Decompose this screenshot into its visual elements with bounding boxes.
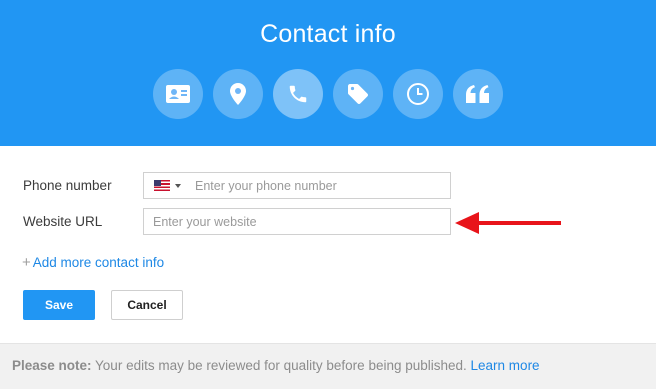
note-bold-label: Please note: <box>12 358 92 373</box>
add-more-contact-info-link[interactable]: + Add more contact info <box>22 254 164 271</box>
category-tag-button[interactable] <box>333 69 383 119</box>
phone-icon <box>289 85 307 103</box>
category-phone-button[interactable] <box>273 69 323 119</box>
add-more-contact-info-label: Add more contact info <box>32 255 165 270</box>
learn-more-link[interactable]: Learn more <box>471 358 540 373</box>
review-note: Please note: Your edits may be reviewed … <box>12 358 540 373</box>
cancel-button[interactable]: Cancel <box>111 290 183 320</box>
category-quote-button[interactable] <box>453 69 503 119</box>
quote-icon <box>466 85 489 103</box>
country-selector[interactable] <box>154 180 184 192</box>
page-title: Contact info <box>260 20 396 48</box>
category-location-button[interactable] <box>213 69 263 119</box>
phone-number-input[interactable] <box>195 173 445 198</box>
website-url-label: Website URL <box>23 214 103 229</box>
header-banner: Contact info <box>0 0 656 146</box>
phone-number-field-container <box>143 172 451 199</box>
category-hours-button[interactable] <box>393 69 443 119</box>
category-contact-card-button[interactable] <box>153 69 203 119</box>
us-flag-icon <box>154 180 170 191</box>
footer-note-bar: Please note: Your edits may be reviewed … <box>0 343 656 389</box>
chevron-down-icon <box>175 184 181 188</box>
save-button[interactable]: Save <box>23 290 95 320</box>
clock-icon <box>407 83 429 105</box>
tag-icon <box>348 84 368 104</box>
red-arrow-annotation <box>455 212 561 234</box>
plus-icon: + <box>22 254 31 271</box>
note-text: Your edits may be reviewed for quality b… <box>91 358 471 373</box>
phone-number-label: Phone number <box>23 178 112 193</box>
contact-card-icon <box>166 85 190 103</box>
website-url-input[interactable] <box>153 209 443 234</box>
location-pin-icon <box>230 83 246 105</box>
website-url-field-container <box>143 208 451 235</box>
